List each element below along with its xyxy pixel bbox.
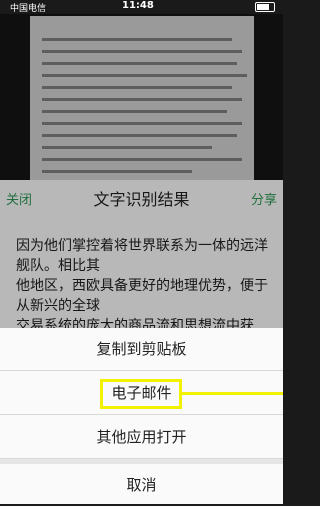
status-bar: 中国电信 11:48 <box>0 0 283 14</box>
camera-preview <box>0 14 283 188</box>
carrier-label: 中国电信 <box>10 4 47 14</box>
highlight-box <box>100 379 182 409</box>
open-in-other-app-button[interactable]: 其他应用打开 <box>0 416 283 459</box>
copy-to-clipboard-button[interactable]: 复制到剪贴板 <box>0 328 283 371</box>
clock: 11:48 <box>122 0 154 11</box>
document-image <box>30 16 254 188</box>
battery-icon <box>255 2 275 12</box>
action-sheet: 复制到剪贴板 电子邮件 其他应用打开 取消 <box>0 328 283 504</box>
cancel-button[interactable]: 取消 <box>0 464 283 506</box>
highlight-pointer <box>182 392 283 395</box>
